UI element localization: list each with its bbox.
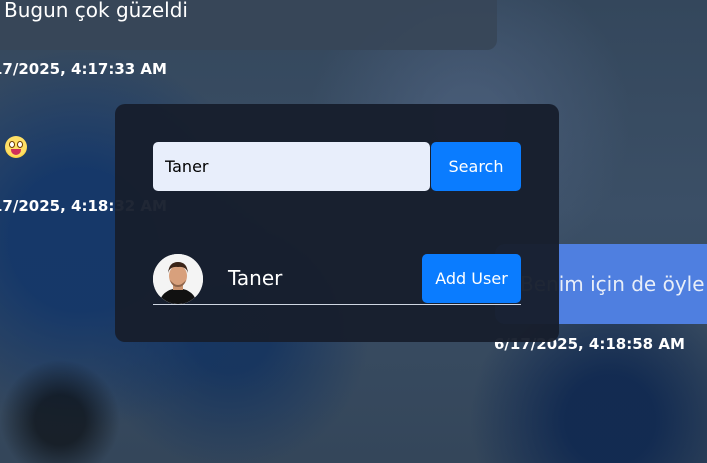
face-with-tongue-emoji-icon: [5, 136, 27, 158]
add-user-button[interactable]: Add User: [422, 254, 521, 303]
incoming-message-text: Bugun çok güzeldi: [4, 0, 188, 22]
add-user-modal: Search Taner Add User: [115, 104, 559, 342]
user-name: Taner: [228, 266, 283, 290]
user-avatar: [153, 254, 203, 304]
message-timestamp: 17/2025, 4:17:33 AM: [0, 60, 167, 78]
search-button[interactable]: Search: [431, 142, 521, 191]
user-search-input[interactable]: [153, 142, 430, 191]
